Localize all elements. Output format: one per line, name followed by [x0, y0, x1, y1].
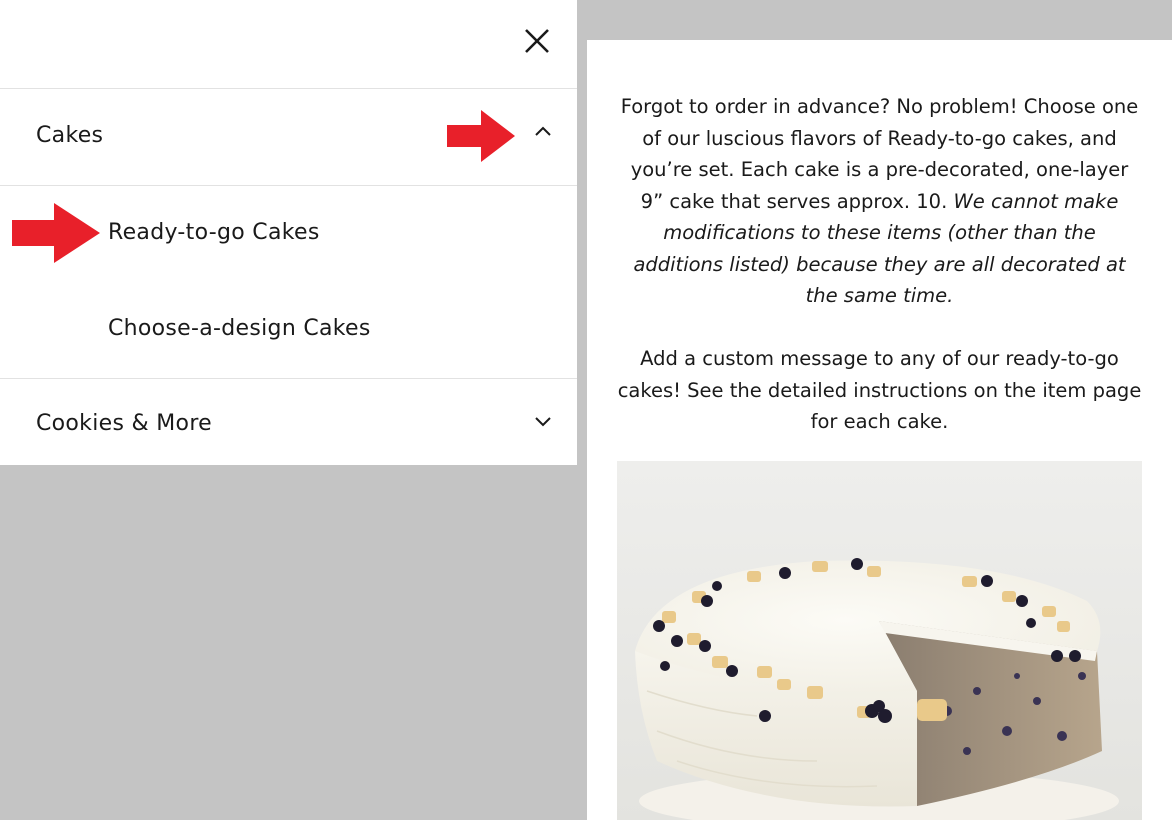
red-arrow-right-icon [12, 203, 100, 263]
close-icon[interactable] [520, 24, 554, 58]
category-cookies-label: Cookies & More [36, 411, 213, 436]
description-paragraph-1: Forgot to order in advance? No problem! … [617, 91, 1142, 312]
category-cookies-and-more[interactable]: Cookies & More [0, 379, 577, 466]
chevron-up-icon[interactable] [533, 122, 553, 142]
submenu-item-ready-to-go-cakes[interactable]: Ready-to-go Cakes [108, 220, 320, 245]
cake-photo [617, 461, 1142, 820]
category-description: Forgot to order in advance? No problem! … [617, 91, 1142, 438]
red-arrow-right-icon [447, 110, 515, 162]
drawer-header [0, 0, 577, 89]
submenu-item-choose-a-design-cakes[interactable]: Choose-a-design Cakes [108, 316, 371, 341]
category-cakes-label: Cakes [36, 123, 104, 148]
product-category-content: Forgot to order in advance? No problem! … [587, 40, 1172, 820]
chevron-down-icon[interactable] [533, 411, 553, 431]
description-paragraph-2: Add a custom message to any of our ready… [617, 347, 1142, 433]
